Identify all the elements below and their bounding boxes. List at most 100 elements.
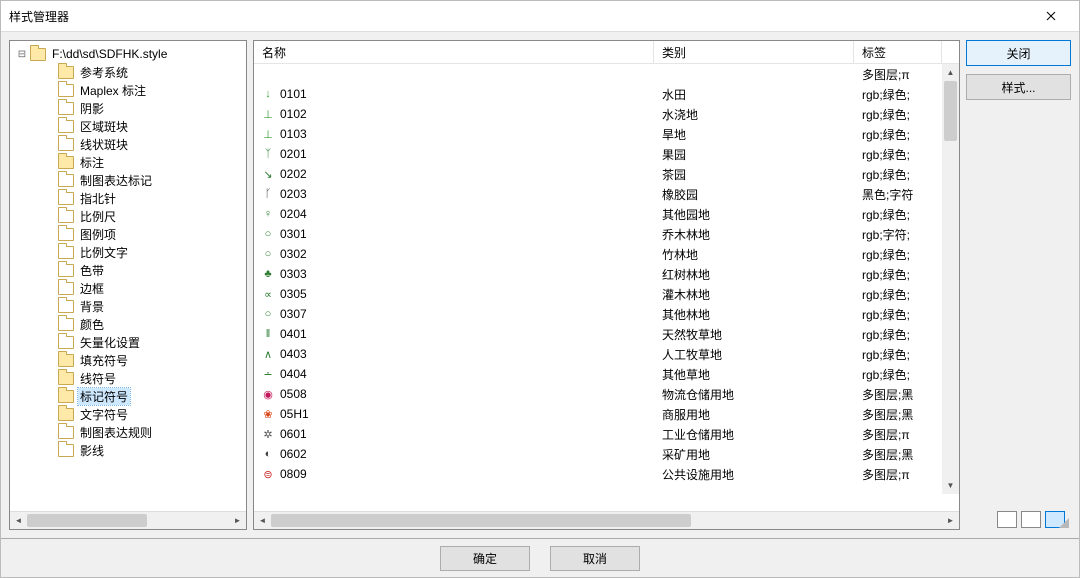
tree-item[interactable]: 边框 — [12, 279, 246, 297]
cancel-button[interactable]: 取消 — [550, 546, 640, 571]
tree-item[interactable]: 阴影 — [12, 99, 246, 117]
cell-name: 0101 — [280, 87, 307, 101]
tree-item[interactable]: 颜色 — [12, 315, 246, 333]
folder-open-icon — [58, 408, 74, 421]
cell-category: 天然牧草地 — [654, 326, 854, 343]
folder-open-icon — [30, 48, 46, 61]
list-row[interactable]: ∧0403人工牧草地rgb;绿色; — [254, 344, 942, 364]
list-row[interactable]: ↘0202茶园rgb;绿色; — [254, 164, 942, 184]
scroll-right-icon[interactable]: ► — [229, 512, 246, 529]
tree-item[interactable]: 制图表达标记 — [12, 171, 246, 189]
tree-item[interactable]: 线符号 — [12, 369, 246, 387]
scroll-right-icon[interactable]: ► — [942, 512, 959, 529]
ok-button[interactable]: 确定 — [440, 546, 530, 571]
cell-name: 0102 — [280, 107, 307, 121]
folder-icon — [58, 444, 74, 457]
tree-item[interactable]: 影线 — [12, 441, 246, 459]
titlebar: 样式管理器 — [1, 1, 1079, 32]
tree-item-label: 图例项 — [78, 226, 118, 243]
view-mode-switcher — [997, 511, 1065, 528]
list-row[interactable]: ♀0204其他园地rgb;绿色; — [254, 204, 942, 224]
list-row[interactable]: ᚴ0203橡胶园黑色;字符 — [254, 184, 942, 204]
symbol-icon: ∸ — [262, 368, 274, 380]
tree-branch-icon — [34, 228, 56, 240]
tree-hscrollbar[interactable]: ◄ ► — [10, 511, 246, 529]
list-row[interactable]: ○0307其他林地rgb;绿色; — [254, 304, 942, 324]
tree-item[interactable]: 制图表达规则 — [12, 423, 246, 441]
tree-scroll[interactable]: ⊟ F:\dd\sd\SDFHK.style 参考系统Maplex 标注阴影区域… — [10, 41, 246, 511]
symbol-icon: ❀ — [262, 408, 274, 420]
cell-name: 0809 — [280, 467, 307, 481]
list-row[interactable]: ○0302竹林地rgb;绿色; — [254, 244, 942, 264]
tree-item[interactable]: 图例项 — [12, 225, 246, 243]
list-row[interactable]: ∸0404其他草地rgb;绿色; — [254, 364, 942, 384]
symbol-icon: ᛉ — [262, 148, 274, 160]
list-row[interactable]: ⊜0809公共设施用地多图层;π — [254, 464, 942, 484]
tree-root[interactable]: ⊟ F:\dd\sd\SDFHK.style — [12, 45, 246, 63]
tree-item[interactable]: 背景 — [12, 297, 246, 315]
list-row[interactable]: ○0301乔木林地rgb;字符; — [254, 224, 942, 244]
view-large-icons[interactable] — [997, 511, 1017, 528]
list-row[interactable]: ✲0601工业仓储用地多图层;π — [254, 424, 942, 444]
tree-item[interactable]: 文字符号 — [12, 405, 246, 423]
tree-item[interactable]: 参考系统 — [12, 63, 246, 81]
close-button[interactable]: 关闭 — [966, 40, 1071, 66]
tree-branch-icon — [34, 390, 56, 402]
tree-item[interactable]: 矢量化设置 — [12, 333, 246, 351]
list-row[interactable]: ◐0602采矿用地多图层;黑 — [254, 444, 942, 464]
list-row[interactable]: ♣0303红树林地rgb;绿色; — [254, 264, 942, 284]
tree-item[interactable]: 指北针 — [12, 189, 246, 207]
list-row[interactable]: ᛉ0201果园rgb;绿色; — [254, 144, 942, 164]
tree-item[interactable]: 标注 — [12, 153, 246, 171]
scroll-thumb[interactable] — [944, 81, 957, 141]
column-category[interactable]: 类别 — [654, 41, 854, 63]
list-row[interactable]: ∝0305灌木林地rgb;绿色; — [254, 284, 942, 304]
scroll-down-icon[interactable]: ▼ — [942, 477, 959, 494]
resize-grip[interactable] — [1057, 516, 1069, 528]
scroll-left-icon[interactable]: ◄ — [254, 512, 271, 529]
scroll-thumb[interactable] — [27, 514, 147, 527]
tree-item[interactable]: 线状斑块 — [12, 135, 246, 153]
cell-category: 果园 — [654, 146, 854, 163]
tree-item[interactable]: 填充符号 — [12, 351, 246, 369]
list-header: 名称 类别 标签 — [254, 41, 959, 64]
tree-item[interactable]: Maplex 标注 — [12, 81, 246, 99]
list-row[interactable]: ❀05H1商服用地多图层;黑 — [254, 404, 942, 424]
list-row[interactable]: ↓0101水田rgb;绿色; — [254, 84, 942, 104]
tree-item-label: 影线 — [78, 442, 106, 459]
collapse-icon[interactable]: ⊟ — [16, 48, 28, 60]
list-row[interactable]: ⊥0102水浇地rgb;绿色; — [254, 104, 942, 124]
list-row[interactable]: ‖0401天然牧草地rgb;绿色; — [254, 324, 942, 344]
tree-item[interactable]: 色带 — [12, 261, 246, 279]
folder-icon — [58, 210, 74, 223]
folder-open-icon — [58, 156, 74, 169]
symbol-icon: ᚴ — [262, 188, 274, 200]
tree-item-label: 参考系统 — [78, 64, 130, 81]
scroll-thumb[interactable] — [271, 514, 691, 527]
tree-item-label: 制图表达标记 — [78, 172, 154, 189]
styles-button[interactable]: 样式... — [966, 74, 1071, 100]
list-body[interactable]: 多图层;π ↓0101水田rgb;绿色;⊥0102水浇地rgb;绿色;⊥0103… — [254, 64, 959, 511]
folder-icon — [58, 282, 74, 295]
tree-branch-icon — [34, 120, 56, 132]
list-vscrollbar[interactable]: ▲ ▼ — [942, 64, 959, 494]
tree-item-label: Maplex 标注 — [78, 82, 148, 99]
scroll-up-icon[interactable]: ▲ — [942, 64, 959, 81]
column-tags[interactable]: 标签 — [854, 41, 942, 63]
style-manager-window: 样式管理器 ⊟ F:\dd\sd\SDFHK.style 参考系统Maplex … — [0, 0, 1080, 578]
folder-icon — [58, 246, 74, 259]
column-name[interactable]: 名称 — [254, 41, 654, 63]
list-hscrollbar[interactable]: ◄ ► — [254, 511, 959, 529]
tree-item[interactable]: 区域斑块 — [12, 117, 246, 135]
tree-item[interactable]: 比例尺 — [12, 207, 246, 225]
tree-item-label: 阴影 — [78, 100, 106, 117]
cell-category: 其他草地 — [654, 366, 854, 383]
view-list[interactable] — [1021, 511, 1041, 528]
list-row[interactable]: ◉0508物流仓储用地多图层;黑 — [254, 384, 942, 404]
symbol-icon: ∝ — [262, 288, 274, 300]
window-close-button[interactable] — [1031, 2, 1071, 30]
tree-item[interactable]: 比例文字 — [12, 243, 246, 261]
list-row[interactable]: ⊥0103旱地rgb;绿色; — [254, 124, 942, 144]
tree-item[interactable]: 标记符号 — [12, 387, 246, 405]
scroll-left-icon[interactable]: ◄ — [10, 512, 27, 529]
